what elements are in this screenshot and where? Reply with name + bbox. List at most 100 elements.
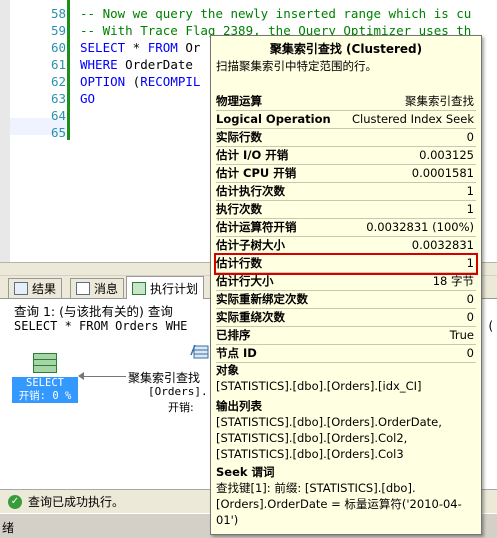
plan-query-caption: 查询 1: (与该批有关的) 查询 (14, 304, 173, 319)
tab-execution-plan[interactable]: 执行计划 (126, 276, 205, 299)
tooltip-row: 估计 CPU 开销 0.0001581 (216, 165, 476, 183)
tooltip-row: 实际重新绑定次数 0 (216, 291, 476, 309)
tooltip-row: Logical Operation Clustered Index Seek (216, 111, 476, 129)
tab-results-label: 结果 (32, 282, 57, 296)
tooltip-row: 估计子树大小 0.0032831 (216, 237, 476, 255)
plan-query-sql-tail: ( (487, 319, 495, 333)
line-number: 64 (50, 108, 66, 123)
tooltip-row-key: 实际重绕次数 (216, 310, 285, 324)
tooltip-row-key: 估计 I/O 开销 (216, 148, 289, 162)
select-operator-name: SELECT (26, 377, 64, 389)
tooltip-row-value: 聚集索引查找 (405, 94, 474, 108)
tooltip-row-key: 估计执行次数 (216, 184, 285, 198)
flow-arrow-line (82, 376, 126, 377)
tooltip-row-value: 1 (466, 184, 474, 198)
tooltip-row-value: 0 (466, 292, 474, 306)
tooltip-title: 聚集索引查找 (Clustered) (269, 42, 423, 56)
code-line[interactable]: OPTION (RECOMPIL (80, 74, 200, 89)
tooltip-row-key: 估计 CPU 开销 (216, 166, 297, 180)
tooltip-row-key: 执行次数 (216, 202, 262, 216)
line-number: 59 (50, 23, 66, 38)
tooltip-output-value: [STATISTICS].[dbo].[Orders].OrderDate, [… (216, 415, 442, 461)
tooltip-row-value: 18 字节 (432, 274, 474, 288)
line-number: 65 (50, 125, 66, 140)
tab-execution-plan-label: 执行计划 (150, 281, 199, 296)
tooltip-row: 执行次数 1 (216, 201, 476, 219)
tooltip-seek-value: 查找键[1]: 前缀: [STATISTICS].[dbo]. [Orders]… (216, 481, 462, 527)
tooltip-row: 物理运算 聚集索引查找 (216, 93, 476, 111)
tooltip-row: 实际重绕次数 0 (216, 309, 476, 327)
message-icon (76, 282, 90, 295)
sql-text: Or (177, 40, 201, 55)
execution-plan-icon (132, 281, 146, 295)
code-line[interactable]: SELECT * FROM Or (80, 40, 200, 55)
select-operator-icon (33, 353, 57, 373)
seek-operator-label: 聚集索引查找 (128, 371, 201, 385)
sql-text: * (125, 40, 148, 55)
code-line[interactable]: GO (80, 91, 95, 106)
grid-icon (14, 282, 28, 295)
code-line[interactable]: WHERE OrderDate (80, 57, 193, 72)
sql-text: OrderDate (117, 57, 193, 72)
tooltip-row-value: 0 (466, 346, 474, 360)
select-operator-cost: 开销: 0 % (18, 390, 72, 402)
app-status-text: 绪 (2, 521, 15, 535)
tooltip-row-value: 1 (466, 202, 474, 216)
tooltip-object-heading: 对象 (216, 363, 239, 377)
sql-keyword: FROM (147, 40, 178, 55)
operator-tooltip: 聚集索引查找 (Clustered) 扫描聚集索引中特定范围的行。 物理运算 聚集… (210, 35, 482, 535)
sql-keyword: SELECT (80, 40, 126, 55)
tooltip-output-section: 输出列表 [STATISTICS].[dbo].[Orders].OrderDa… (216, 398, 442, 462)
tooltip-row-value: 1 (466, 256, 474, 270)
tooltip-row-key: 实际重新绑定次数 (216, 292, 308, 306)
tooltip-description: 扫描聚集索引中特定范围的行。 (216, 59, 377, 73)
tab-results[interactable]: 结果 (8, 278, 63, 298)
sql-keyword: WHERE (80, 57, 118, 72)
line-number: 63 (50, 91, 66, 106)
tooltip-row-highlighted: 估计行数 1 (214, 253, 478, 275)
tooltip-row-key: 估计行数 (216, 256, 262, 270)
tooltip-row-value: 0.0032831 (411, 238, 474, 252)
tooltip-row: 估计 I/O 开销 0.003125 (216, 147, 476, 165)
tab-messages[interactable]: 消息 (70, 278, 125, 298)
tooltip-object-section: 对象 [STATISTICS].[dbo].[Orders].[idx_CI] (216, 362, 422, 394)
sql-keyword: RECOMPIL (140, 74, 201, 89)
tooltip-row-value: 0.003125 (419, 148, 474, 162)
clustered-index-seek-icon[interactable] (190, 343, 210, 359)
tooltip-row-key: 估计行大小 (216, 274, 274, 288)
plan-query-sql: SELECT * FROM Orders WHE ( (14, 319, 494, 333)
tab-messages-label: 消息 (94, 282, 119, 296)
tooltip-row: 节点 ID 0 (216, 345, 476, 363)
tooltip-object-value: [STATISTICS].[dbo].[Orders].[idx_CI] (216, 379, 422, 393)
line-number: 61 (50, 57, 66, 72)
status-text: 查询已成功执行。 (28, 495, 125, 509)
tooltip-row-key: Logical Operation (216, 112, 331, 126)
plan-query-sql-text: SELECT * FROM Orders WHE (14, 319, 188, 333)
sql-keyword: OPTION (80, 74, 126, 89)
tooltip-row-key: 物理运算 (216, 94, 262, 108)
tooltip-row-key: 估计运算符开销 (216, 220, 297, 234)
tooltip-row: 估计运算符开销 0.0032831 (100%) (216, 219, 476, 237)
sql-comment: -- Now we query the newly inserted range… (80, 6, 472, 21)
tooltip-row-key: 估计子树大小 (216, 238, 285, 252)
sql-text: ( (125, 74, 141, 89)
tooltip-row-value: Clustered Index Seek (351, 112, 474, 126)
tooltip-row-value: 0.0032831 (100%) (366, 220, 474, 234)
tooltip-row-key: 节点 ID (216, 346, 257, 360)
tooltip-row-value: 0.0001581 (411, 166, 474, 180)
code-line[interactable]: -- Now we query the newly inserted range… (80, 6, 471, 21)
tooltip-row-value: 0 (466, 130, 474, 144)
line-number: 58 (50, 6, 66, 21)
tooltip-seek-section: Seek 谓词 查找键[1]: 前缀: [STATISTICS].[dbo]. … (216, 464, 462, 528)
tooltip-row: 实际行数 0 (216, 129, 476, 147)
tooltip-row: 估计执行次数 1 (216, 183, 476, 201)
tooltip-row-key: 已排序 (216, 328, 251, 342)
tooltip-row: 已排序 True (216, 327, 476, 345)
select-operator-node[interactable]: SELECT 开销: 0 % (12, 353, 78, 403)
line-number: 60 (50, 40, 66, 55)
select-operator-label: SELECT 开销: 0 % (12, 377, 78, 403)
tooltip-output-heading: 输出列表 (216, 399, 262, 413)
tooltip-row-value: 0 (466, 310, 474, 324)
tooltip-row-value: True (449, 328, 474, 342)
success-check-icon: ✓ (8, 494, 22, 509)
